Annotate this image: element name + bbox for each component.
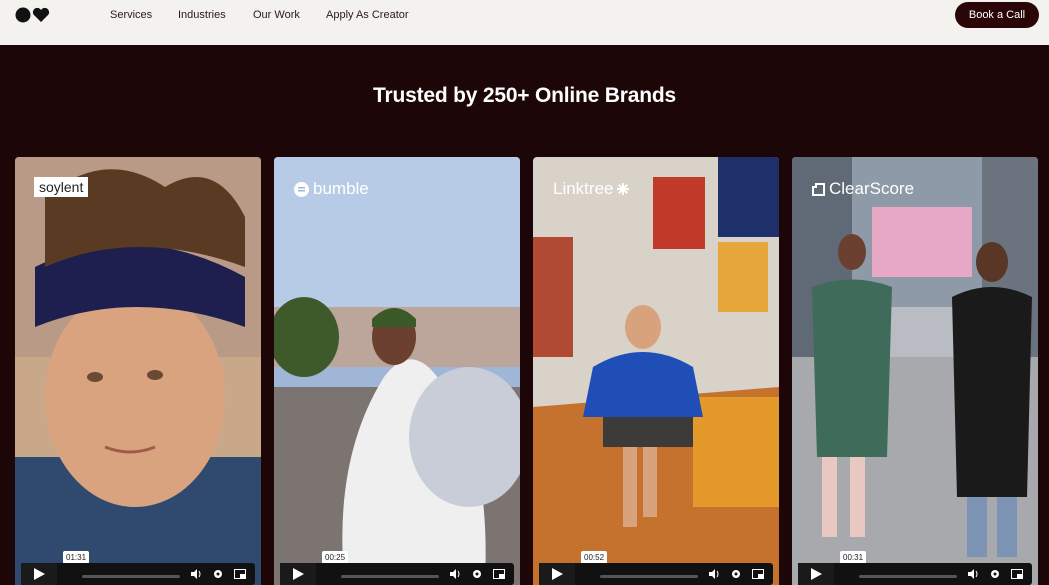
play-button[interactable] [280,563,316,585]
logo-circle-heart-icon[interactable] [15,7,51,23]
brand-name: bumble [313,179,369,198]
video-controls [798,563,1032,585]
progress-slider[interactable] [600,575,698,578]
volume-icon[interactable] [449,568,461,580]
video-controls [21,563,255,585]
video-card-bumble[interactable]: bumble 00:25 [274,157,520,585]
settings-icon[interactable] [730,568,742,580]
book-a-call-button[interactable]: Book a Call [955,2,1039,28]
video-card-linktree[interactable]: Linktree 00:52 [533,157,779,585]
volume-icon[interactable] [708,568,720,580]
nav-industries[interactable]: Industries [178,9,226,21]
video-thumbnail [792,157,1038,585]
settings-icon[interactable] [989,568,1001,580]
linktree-asterisk-icon [617,183,630,195]
progress-slider[interactable] [82,575,180,578]
brand-name: ClearScore [829,179,915,198]
picture-in-picture-icon[interactable] [493,568,505,580]
play-icon [292,568,304,580]
play-button[interactable] [539,563,575,585]
section-heading: Trusted by 250+ Online Brands [373,84,676,107]
brand-logo-soylent: soylent [34,177,89,197]
clearscore-logo-icon [812,182,825,196]
brand-logo-linktree: Linktree [553,179,630,199]
video-thumbnail [274,157,520,585]
picture-in-picture-icon[interactable] [234,568,246,580]
progress-slider[interactable] [341,575,439,578]
volume-icon[interactable] [967,568,979,580]
settings-icon[interactable] [471,568,483,580]
video-thumbnail [533,157,779,585]
video-controls [280,563,514,585]
picture-in-picture-icon[interactable] [752,568,764,580]
progress-slider[interactable] [859,575,957,578]
brand-logo-clearscore: ClearScore [812,179,914,199]
volume-icon[interactable] [190,568,202,580]
nav-apply-as-creator[interactable]: Apply As Creator [326,9,409,21]
play-button[interactable] [798,563,834,585]
picture-in-picture-icon[interactable] [1011,568,1023,580]
top-nav: Services Industries Our Work Apply As Cr… [0,0,1049,45]
play-icon [33,568,45,580]
settings-icon[interactable] [212,568,224,580]
bumble-logo-icon [294,181,309,197]
brand-logo-bumble: bumble [294,179,369,199]
video-thumbnail [15,157,261,585]
nav-services[interactable]: Services [110,9,152,21]
play-icon [810,568,822,580]
play-icon [551,568,563,580]
nav-our-work[interactable]: Our Work [253,9,300,21]
video-controls [539,563,773,585]
brand-name: Linktree [553,179,614,198]
play-button[interactable] [21,563,57,585]
video-card-soylent[interactable]: soylent 01:31 [15,157,261,585]
video-card-clearscore[interactable]: ClearScore 00:31 [792,157,1038,585]
